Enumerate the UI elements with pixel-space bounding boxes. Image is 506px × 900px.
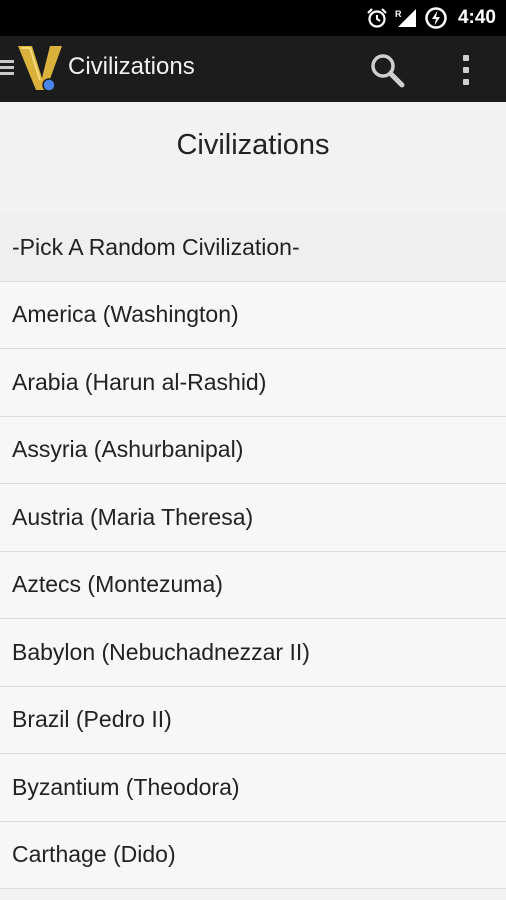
list-item[interactable]: Aztecs (Montezuma) [0, 551, 506, 619]
list-item[interactable]: America (Washington) [0, 281, 506, 349]
list-item[interactable]: Arabia (Harun al-Rashid) [0, 349, 506, 417]
action-bar: Civilizations [0, 36, 506, 102]
search-icon[interactable] [366, 50, 410, 90]
status-bar: R 4:40 [0, 0, 506, 36]
list-item[interactable]: Assyria (Ashurbanipal) [0, 416, 506, 484]
list-item[interactable]: Byzantium (Theodora) [0, 754, 506, 822]
civilization-list: -Pick A Random Civilization- America (Wa… [0, 214, 506, 889]
signal-icon: R [395, 9, 416, 27]
status-icons: R 4:40 [366, 0, 496, 36]
list-item[interactable]: Carthage (Dido) [0, 821, 506, 889]
roaming-label: R [395, 9, 402, 19]
battery-charging-icon [425, 7, 447, 29]
list-item[interactable]: Babylon (Nebuchadnezzar II) [0, 619, 506, 687]
app-title: Civilizations [68, 53, 195, 80]
app-logo-icon[interactable] [16, 44, 64, 94]
overflow-menu-icon[interactable] [452, 48, 480, 92]
menu-icon[interactable] [0, 60, 14, 78]
list-item[interactable]: Brazil (Pedro II) [0, 686, 506, 754]
page-heading: Civilizations [176, 129, 330, 161]
status-time: 4:40 [457, 7, 496, 28]
list-item[interactable]: Austria (Maria Theresa) [0, 484, 506, 552]
alarm-icon [367, 8, 387, 28]
main-content: Civilizations -Pick A Random Civilizatio… [0, 102, 506, 900]
list-item-random[interactable]: -Pick A Random Civilization- [0, 214, 506, 282]
